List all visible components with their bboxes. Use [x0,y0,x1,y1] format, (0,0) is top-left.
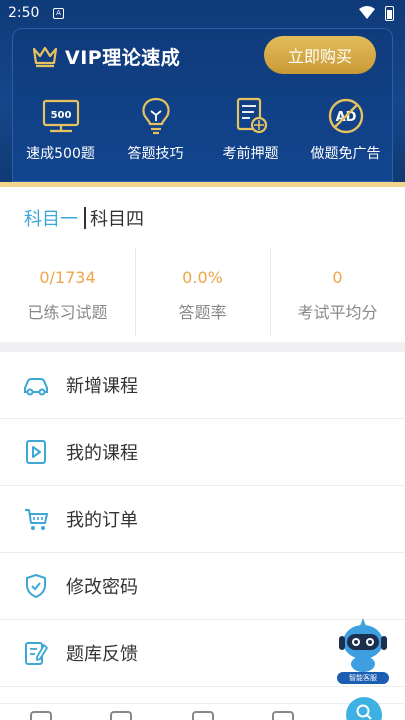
vip-item-label: 考前押题 [222,146,279,162]
monitor-500-icon: 500 [42,99,79,133]
tab-cursor [84,207,86,229]
tab-subject-one[interactable]: 科目一 [24,205,78,231]
notification-icon: A [53,8,64,19]
nav-tab-4-icon[interactable] [272,711,294,720]
lightbulb-icon [141,97,170,135]
shield-check-icon [26,574,46,598]
wifi-icon [359,6,375,19]
smart-support-robot[interactable]: 智能客服 [333,616,393,684]
section-gap [0,342,405,352]
no-ad-icon: AD [328,98,363,134]
car-icon [24,378,48,396]
exam-paper-icon [236,97,267,134]
menu-item-change-password[interactable]: 修改密码 [0,553,405,620]
vip-item-label: 速成500题 [26,146,95,162]
vip-item-label: 答题技巧 [127,146,184,162]
gold-divider [0,182,405,187]
status-bar: 2:50 A [0,0,405,28]
play-video-icon [26,440,46,464]
nav-tab-1-icon[interactable] [30,711,52,720]
menu-item-label: 修改密码 [66,577,138,598]
crown-icon [32,46,58,68]
vip-card: VIP理论速成 立即购买 500 速成500题 答题技巧 考前押题 做题免广告 [12,28,393,182]
status-time: 2:50 [8,5,40,21]
menu-item-my-courses[interactable]: 我的课程 [0,419,405,486]
menu-item-label: 新增课程 [66,376,138,397]
tab-subject-four[interactable]: 科目四 [90,205,144,231]
vip-item-label: 做题免广告 [310,146,381,162]
vip-item-tips[interactable]: 答题技巧 [108,95,203,163]
stat-average-score: 0 考试平均分 [270,248,405,336]
feedback-pen-icon [25,642,48,665]
svg-text:500: 500 [50,110,71,121]
stat-label: 考试平均分 [297,303,378,322]
vip-item-speed-500[interactable]: 500 速成500题 [13,95,108,163]
search-button[interactable] [346,697,382,720]
stat-value: 0 [332,268,343,287]
vip-title: VIP理论速成 [31,41,180,71]
buy-now-button[interactable]: 立即购买 [264,36,376,74]
nav-tab-2-icon[interactable] [110,711,132,720]
menu-item-label: 我的课程 [66,443,138,464]
bottom-nav [0,703,405,720]
robot-label: 智能客服 [337,672,389,684]
stat-label: 已练习试题 [27,303,108,322]
menu-item-label: 题库反馈 [66,644,138,665]
vip-title-text: VIP理论速成 [65,46,181,69]
stats-row: 0/1734 已练习试题 0.0% 答题率 0 考试平均分 [0,248,405,336]
vip-item-predict[interactable]: 考前押题 [203,95,298,163]
nav-tab-3-icon[interactable] [192,711,214,720]
stat-answer-rate: 0.0% 答题率 [135,248,270,336]
menu-item-add-course[interactable]: 新增课程 [0,352,405,419]
vip-item-no-ads[interactable]: AD 做题免广告 [298,95,393,163]
menu-item-my-orders[interactable]: 我的订单 [0,486,405,553]
subject-tabs: 科目一 科目四 [24,205,144,231]
menu-item-label: 我的订单 [66,510,138,531]
battery-icon [385,6,394,21]
robot-icon [339,618,387,672]
stat-label: 答题率 [178,303,227,322]
stat-value: 0.0% [182,268,223,287]
stat-value: 0/1734 [39,268,96,287]
stat-practiced: 0/1734 已练习试题 [0,248,135,336]
search-icon [356,704,372,720]
cart-icon [25,509,48,530]
